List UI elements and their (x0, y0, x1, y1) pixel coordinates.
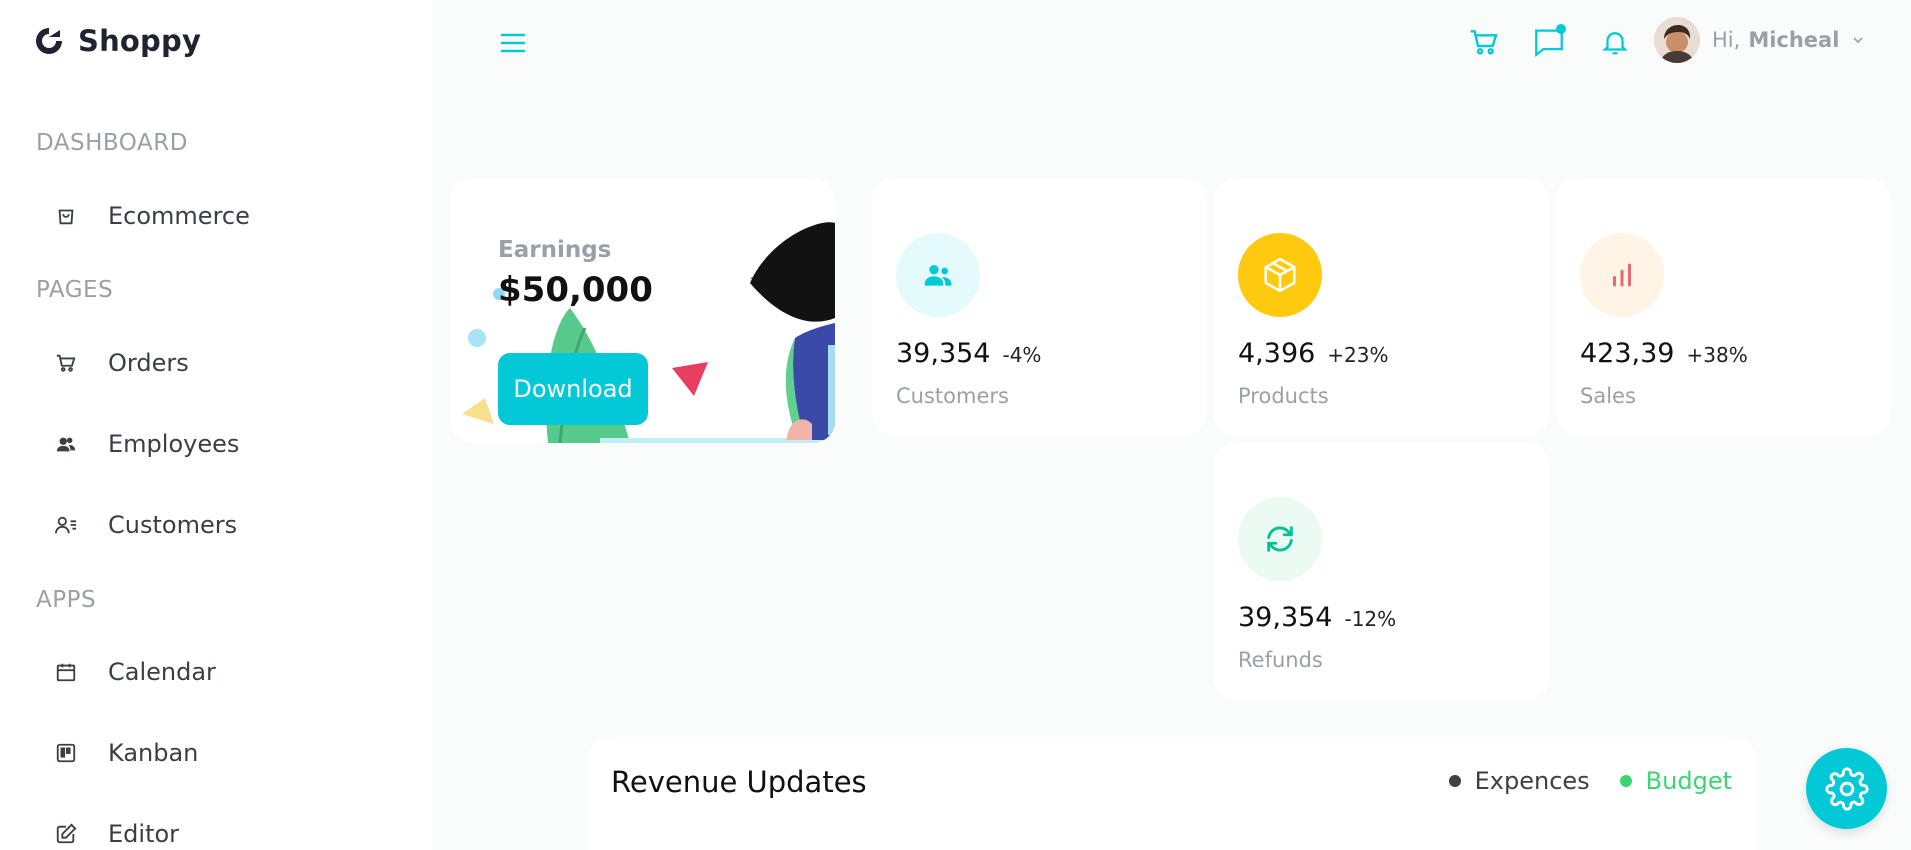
stat-percentage: -12% (1344, 607, 1397, 631)
revenue-updates-card: Revenue Updates Expences Budget (588, 737, 1756, 850)
revenue-title: Revenue Updates (611, 765, 867, 799)
stat-amount-row: 4,396 +23% (1238, 338, 1389, 369)
stat-card-products: 4,396 +23% Products (1214, 178, 1549, 436)
refresh-icon (1267, 526, 1293, 552)
sidebar-item-label: Calendar (108, 658, 216, 686)
user-name: Micheal (1748, 28, 1840, 52)
menu-toggle-button[interactable] (498, 30, 528, 56)
stat-icon-button[interactable] (896, 233, 980, 317)
greeting-text: Hi, (1712, 28, 1741, 52)
stat-amount: 39,354 (896, 338, 991, 369)
stat-title: Customers (896, 384, 1009, 408)
stat-amount: 423,39 (1580, 338, 1675, 369)
editor-icon (54, 822, 78, 846)
legend-item-expences[interactable]: Expences (1448, 767, 1590, 795)
chat-notification-dot (1556, 24, 1566, 34)
sidebar-item-ecommerce[interactable]: Ecommerce (54, 202, 250, 230)
stat-card-refunds: 39,354 -12% Refunds (1214, 442, 1549, 700)
sidebar-item-editor[interactable]: Editor (54, 820, 179, 848)
earnings-label: Earnings (498, 237, 612, 263)
stat-amount: 4,396 (1238, 338, 1316, 369)
chat-button[interactable] (1531, 24, 1567, 60)
brand-name: Shoppy (78, 24, 202, 58)
cart-icon (1470, 30, 1498, 55)
brand-logo[interactable]: Shoppy (34, 24, 201, 58)
legend-item-budget[interactable]: Budget (1619, 767, 1732, 795)
bar-chart-icon (1613, 263, 1631, 287)
kanban-icon (54, 741, 78, 765)
sidebar-item-label: Kanban (108, 739, 199, 767)
box-icon (1264, 257, 1296, 293)
legend-dot (1619, 775, 1632, 787)
sidebar-item-label: Editor (108, 820, 180, 848)
legend-dot (1448, 775, 1461, 787)
revenue-legend: Expences Budget (1448, 767, 1732, 795)
sidebar-item-label: Customers (108, 511, 238, 539)
shopping-bag-icon (54, 204, 78, 228)
gear-icon (1824, 766, 1869, 811)
sidebar-item-label: Ecommerce (108, 202, 250, 230)
calendar-icon (54, 660, 78, 684)
sidebar-item-label: Orders (108, 349, 189, 377)
stat-card-customers: 39,354 -4% Customers (872, 178, 1207, 436)
stat-amount-row: 39,354 -4% (896, 338, 1041, 369)
download-button[interactable]: Download (498, 353, 648, 425)
stat-percentage: -4% (1002, 343, 1042, 367)
cart-icon (54, 351, 78, 375)
stat-icon-button[interactable] (1580, 233, 1664, 317)
sidebar: Shoppy DASHBOARD Ecommerce PAGES Orders … (0, 0, 432, 850)
user-profile-menu[interactable]: Hi, Micheal (1654, 17, 1865, 63)
stat-title: Refunds (1238, 648, 1323, 672)
stat-amount: 39,354 (1238, 602, 1333, 633)
menu-icon (500, 33, 526, 53)
stat-icon-button[interactable] (1238, 497, 1322, 581)
avatar (1654, 17, 1700, 63)
users-icon (924, 265, 952, 286)
section-title-dashboard: DASHBOARD (36, 130, 188, 156)
sidebar-item-employees[interactable]: Employees (54, 430, 239, 458)
stat-title: Sales (1580, 384, 1636, 408)
section-title-apps: APPS (36, 587, 97, 613)
sidebar-item-orders[interactable]: Orders (54, 349, 189, 377)
legend-label: Budget (1645, 767, 1732, 795)
earnings-value: $50,000 (498, 270, 653, 310)
stat-icon-button[interactable] (1238, 233, 1322, 317)
section-title-pages: PAGES (36, 277, 114, 303)
chevron-down-icon (1853, 37, 1863, 44)
sidebar-item-calendar[interactable]: Calendar (54, 658, 216, 686)
sidebar-item-kanban[interactable]: Kanban (54, 739, 198, 767)
shoppy-logo-icon (36, 28, 62, 54)
sidebar-item-customers[interactable]: Customers (54, 511, 237, 539)
bell-icon (1602, 32, 1628, 55)
legend-label: Expences (1474, 767, 1590, 795)
stat-title: Products (1238, 384, 1329, 408)
stat-percentage: +23% (1327, 343, 1389, 367)
sidebar-item-label: Employees (108, 430, 240, 458)
stat-amount-row: 39,354 -12% (1238, 602, 1396, 633)
employees-icon (54, 432, 78, 456)
settings-button[interactable] (1806, 748, 1887, 829)
customers-icon (54, 513, 78, 537)
stat-card-sales: 423,39 +38% Sales (1556, 178, 1891, 436)
stat-amount-row: 423,39 +38% (1580, 338, 1748, 369)
earnings-card: Earnings $50,000 Download (450, 178, 835, 443)
cart-button[interactable] (1466, 24, 1502, 60)
stat-percentage: +38% (1686, 343, 1748, 367)
notification-button[interactable] (1597, 24, 1633, 60)
